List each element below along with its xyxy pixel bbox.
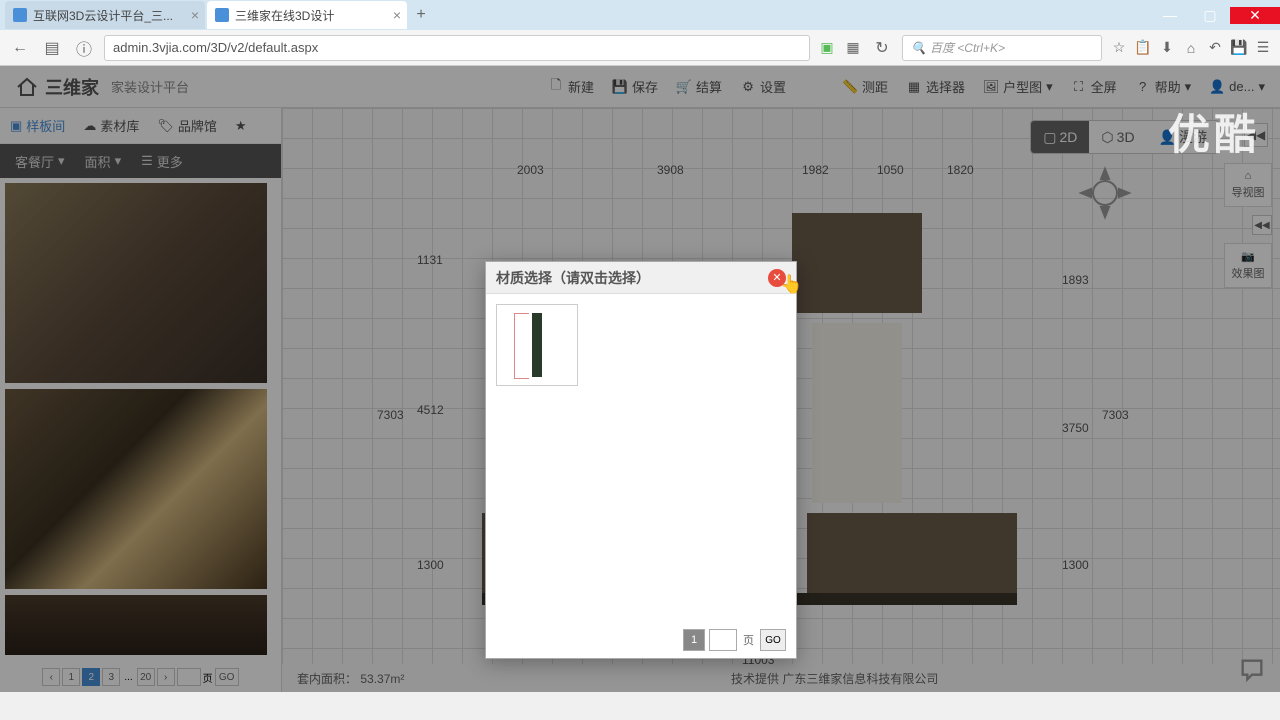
info-icon[interactable]: ⓘ: [72, 36, 96, 60]
app-root: 三维家 家装设计平台 🗋新建 💾保存 🛒结算 ⚙设置 📏测距 ▦选择器 🖼户型图…: [0, 66, 1280, 692]
modal-page-current[interactable]: 1: [683, 629, 705, 651]
modal-go-button[interactable]: GO: [760, 629, 786, 651]
tab-close-icon[interactable]: ×: [191, 7, 199, 23]
tab-favicon: [13, 8, 27, 22]
back-button[interactable]: ←: [8, 36, 32, 60]
tab-favicon: [215, 8, 229, 22]
window-maximize-button[interactable]: ▢: [1190, 7, 1230, 24]
material-item[interactable]: [496, 304, 578, 386]
tab-close-icon[interactable]: ×: [393, 7, 401, 23]
search-icon: 🔍: [911, 41, 926, 55]
material-modal: 材质选择（请双击选择） ✕ 1 页 GO: [485, 261, 797, 659]
modal-title: 材质选择（请双击选择）: [496, 268, 650, 288]
tab-title: 三维家在线3D设计: [235, 7, 334, 24]
modal-body: [486, 294, 796, 622]
material-preview: [532, 313, 542, 377]
new-tab-button[interactable]: +: [409, 3, 433, 27]
clipboard-icon[interactable]: 📋: [1134, 39, 1152, 57]
shield-icon[interactable]: ▣: [818, 39, 836, 57]
search-placeholder: 百度 <Ctrl+K>: [930, 39, 1005, 56]
browser-tabs-bar: 互联网3D云设计平台_三... × 三维家在线3D设计 × + — ▢ ✕: [0, 0, 1280, 30]
reload-button[interactable]: ↻: [870, 36, 894, 60]
menu-icon[interactable]: ☰: [1254, 39, 1272, 57]
save-page-icon[interactable]: 💾: [1230, 39, 1248, 57]
modal-page-label: 页: [741, 632, 756, 648]
window-close-button[interactable]: ✕: [1230, 7, 1280, 24]
url-text: admin.3vjia.com/3D/v2/default.aspx: [113, 40, 318, 55]
url-bar: ← ▤ ⓘ admin.3vjia.com/3D/v2/default.aspx…: [0, 30, 1280, 66]
browser-tab-2[interactable]: 三维家在线3D设计 ×: [207, 1, 407, 29]
browser-tab-1[interactable]: 互联网3D云设计平台_三... ×: [5, 1, 205, 29]
url-input[interactable]: admin.3vjia.com/3D/v2/default.aspx: [104, 35, 810, 61]
window-minimize-button[interactable]: —: [1150, 7, 1190, 23]
qr-icon[interactable]: ▦: [844, 39, 862, 57]
modal-footer: 1 页 GO: [486, 622, 796, 658]
modal-header: 材质选择（请双击选择） ✕: [486, 262, 796, 294]
undo-icon[interactable]: ↶: [1206, 39, 1224, 57]
home-icon[interactable]: ⌂: [1182, 39, 1200, 57]
search-input[interactable]: 🔍 百度 <Ctrl+K>: [902, 35, 1102, 61]
modal-page-input[interactable]: [709, 629, 737, 651]
tab-title: 互联网3D云设计平台_三...: [33, 7, 173, 24]
star-icon[interactable]: ☆: [1110, 39, 1128, 57]
modal-close-button[interactable]: ✕: [768, 269, 786, 287]
reader-icon[interactable]: ▤: [40, 36, 64, 60]
download-icon[interactable]: ⬇: [1158, 39, 1176, 57]
